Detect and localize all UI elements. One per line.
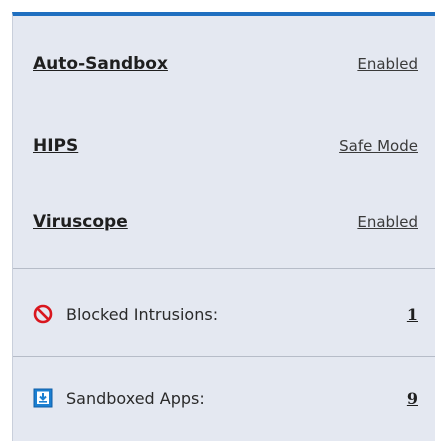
stat-row-blocked-intrusions: Blocked Intrusions: 1 <box>13 296 435 332</box>
auto-sandbox-status-link[interactable]: Enabled <box>357 55 418 73</box>
feature-row-viruscope: Viruscope Enabled <box>13 204 435 240</box>
hips-status-link[interactable]: Safe Mode <box>339 137 418 155</box>
sandboxed-apps-label: Sandboxed Apps: <box>66 388 205 408</box>
feature-row-auto-sandbox: Auto-Sandbox Enabled <box>13 46 435 82</box>
viruscope-link[interactable]: Viruscope <box>33 212 128 232</box>
security-summary-panel: Auto-Sandbox Enabled HIPS Safe Mode Viru… <box>12 12 435 441</box>
stat-row-sandboxed-apps: Sandboxed Apps: 9 <box>13 380 435 416</box>
divider <box>13 268 435 269</box>
block-icon <box>33 304 53 324</box>
sandboxed-apps-count[interactable]: 9 <box>407 389 418 408</box>
blocked-intrusions-count[interactable]: 1 <box>407 305 418 324</box>
feature-row-hips: HIPS Safe Mode <box>13 128 435 164</box>
blocked-intrusions-label: Blocked Intrusions: <box>66 304 219 324</box>
sandbox-icon <box>33 388 53 408</box>
auto-sandbox-link[interactable]: Auto-Sandbox <box>33 54 168 74</box>
hips-link[interactable]: HIPS <box>33 136 78 156</box>
divider <box>13 356 435 357</box>
viruscope-status-link[interactable]: Enabled <box>357 213 418 231</box>
